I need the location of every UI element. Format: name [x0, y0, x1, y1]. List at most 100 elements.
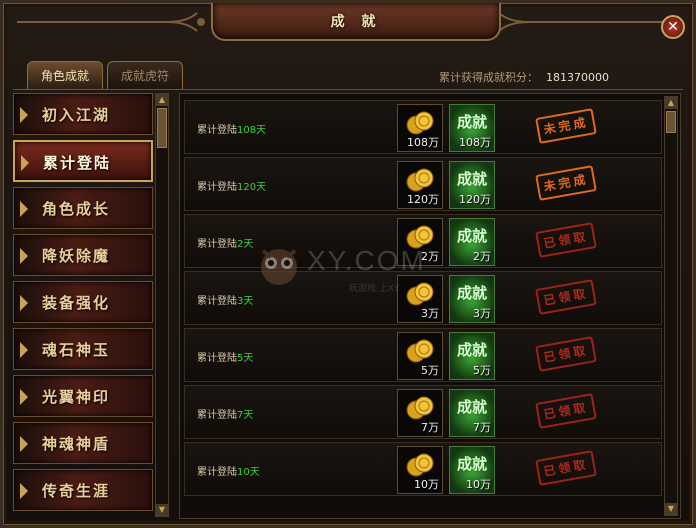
chevron-right-icon	[20, 436, 28, 452]
coin-quantity: 3万	[421, 307, 439, 320]
category-label: 初入江湖	[42, 106, 111, 124]
gold-coin-icon	[406, 282, 434, 306]
category-item-wings[interactable]: 光翼神印	[13, 375, 153, 417]
status-stamp: 已领取	[535, 222, 597, 258]
achievement-point-label: 成就	[456, 113, 487, 131]
status-stamp: 已领取	[535, 393, 597, 429]
gold-coin-icon	[406, 168, 434, 192]
achievement-point-reward[interactable]: 成就 5万	[449, 332, 495, 380]
achievement-desc: 累计登陆5天	[197, 353, 254, 364]
scroll-down-icon[interactable]: ▼	[665, 503, 677, 515]
status-stamp: 未完成	[535, 108, 597, 144]
category-item-soulstone[interactable]: 魂石神玉	[13, 328, 153, 370]
achievement-point-label: 成就	[456, 170, 487, 188]
achievement-point-reward[interactable]: 成就 108万	[449, 104, 495, 152]
achievement-row: 累计登陆10天 10万 成就 10万 已领取	[184, 442, 662, 496]
coin-quantity: 10万	[414, 478, 439, 491]
category-item-legend[interactable]: 传奇生涯	[13, 469, 153, 511]
achievement-scrollbar[interactable]: ▲ ▼	[664, 96, 678, 516]
achievement-point-quantity: 7万	[473, 421, 491, 434]
chevron-right-icon	[20, 295, 28, 311]
chevron-right-icon	[20, 248, 28, 264]
coin-quantity: 5万	[421, 364, 439, 377]
gold-coin-reward[interactable]: 120万	[397, 161, 443, 209]
category-label: 光翼神印	[42, 388, 111, 406]
category-label: 神魂神盾	[42, 435, 111, 453]
scroll-thumb[interactable]	[666, 111, 676, 133]
category-item-equip[interactable]: 装备强化	[13, 281, 153, 323]
chevron-right-icon	[20, 389, 28, 405]
category-item-chuxu[interactable]: 初入江湖	[13, 93, 153, 135]
score-value: 181370000	[546, 71, 609, 84]
ornament-right	[491, 12, 679, 32]
status-stamp: 未完成	[535, 165, 597, 201]
achievement-point-label: 成就	[456, 455, 487, 473]
gold-coin-reward[interactable]: 3万	[397, 275, 443, 323]
achievement-row: 累计登陆5天 5万 成就 5万 已领取	[184, 328, 662, 382]
category-item-shield[interactable]: 神魂神盾	[13, 422, 153, 464]
gold-coin-reward[interactable]: 2万	[397, 218, 443, 266]
achievement-row: 累计登陆3天 3万 成就 3万 已领取	[184, 271, 662, 325]
category-item-demon[interactable]: 降妖除魔	[13, 234, 153, 276]
coin-quantity: 2万	[421, 250, 439, 263]
achievement-row: 累计登陆7天 7万 成就 7万 已领取	[184, 385, 662, 439]
gold-coin-icon	[406, 225, 434, 249]
close-button[interactable]: ✕	[661, 15, 685, 39]
achievement-point-quantity: 10万	[466, 478, 491, 491]
achievement-desc: 累计登陆108天	[197, 125, 267, 136]
achievement-point-quantity: 2万	[473, 250, 491, 263]
chevron-right-icon	[20, 342, 28, 358]
gold-coin-icon	[406, 396, 434, 420]
gold-coin-reward[interactable]: 7万	[397, 389, 443, 437]
status-stamp: 已领取	[535, 336, 597, 372]
category-scrollbar[interactable]: ▲ ▼	[155, 93, 169, 517]
category-label: 降妖除魔	[42, 247, 111, 265]
category-label: 角色成长	[42, 200, 111, 218]
achievement-desc: 累计登陆120天	[197, 182, 267, 193]
ornament-left	[17, 12, 205, 32]
achievement-point-label: 成就	[456, 284, 487, 302]
tab-role-achievement[interactable]: 角色成就	[27, 61, 103, 89]
gold-coin-icon	[406, 453, 434, 477]
gold-coin-reward[interactable]: 5万	[397, 332, 443, 380]
achievement-row: 累计登陆120天 120万 成就 120万 未完成	[184, 157, 662, 211]
category-item-growth[interactable]: 角色成长	[13, 187, 153, 229]
gold-coin-reward[interactable]: 10万	[397, 446, 443, 494]
coin-quantity: 108万	[407, 136, 439, 149]
category-label: 魂石神玉	[42, 341, 111, 359]
coin-quantity: 120万	[407, 193, 439, 206]
category-label: 累计登陆	[43, 154, 112, 172]
achievement-point-label: 成就	[456, 398, 487, 416]
achievement-desc: 累计登陆7天	[197, 410, 254, 421]
scroll-up-icon[interactable]: ▲	[665, 97, 677, 109]
tab-achievement-tally[interactable]: 成就虎符	[107, 61, 183, 89]
category-label: 装备强化	[42, 294, 111, 312]
category-item-login[interactable]: 累计登陆	[13, 140, 153, 182]
scroll-up-icon[interactable]: ▲	[156, 94, 168, 106]
achievement-point-reward[interactable]: 成就 2万	[449, 218, 495, 266]
achievement-row: 累计登陆108天 108万 成就 108万 未完成	[184, 100, 662, 154]
achievement-point-label: 成就	[456, 341, 487, 359]
chevron-right-icon	[20, 107, 28, 123]
achievement-point-reward[interactable]: 成就 3万	[449, 275, 495, 323]
achievement-point-quantity: 3万	[473, 307, 491, 320]
achievement-desc: 累计登陆2天	[197, 239, 254, 250]
achievement-window: 成 就 ✕ 角色成就 成就虎符 累计获得成就积分： 181370000 初入江湖 …	[0, 0, 696, 528]
gold-coin-icon	[406, 111, 434, 135]
category-list: 初入江湖 累计登陆 角色成长 降妖除魔 装备强化 魂石神玉 光翼神印 神魂神盾	[13, 93, 171, 519]
category-label: 传奇生涯	[42, 482, 111, 500]
scroll-thumb[interactable]	[157, 108, 167, 148]
chevron-right-icon	[20, 483, 28, 499]
coin-quantity: 7万	[421, 421, 439, 434]
achievement-score: 累计获得成就积分： 181370000	[439, 69, 609, 85]
score-label: 累计获得成就积分：	[439, 71, 538, 84]
chevron-right-icon	[21, 155, 29, 171]
gold-coin-icon	[406, 339, 434, 363]
gold-coin-reward[interactable]: 108万	[397, 104, 443, 152]
status-stamp: 已领取	[535, 450, 597, 486]
achievement-point-reward[interactable]: 成就 10万	[449, 446, 495, 494]
achievement-point-reward[interactable]: 成就 120万	[449, 161, 495, 209]
achievement-list: 累计登陆108天 108万 成就 108万 未完成 累计登陆120天 120万 …	[179, 93, 681, 519]
scroll-down-icon[interactable]: ▼	[156, 504, 168, 516]
achievement-point-reward[interactable]: 成就 7万	[449, 389, 495, 437]
